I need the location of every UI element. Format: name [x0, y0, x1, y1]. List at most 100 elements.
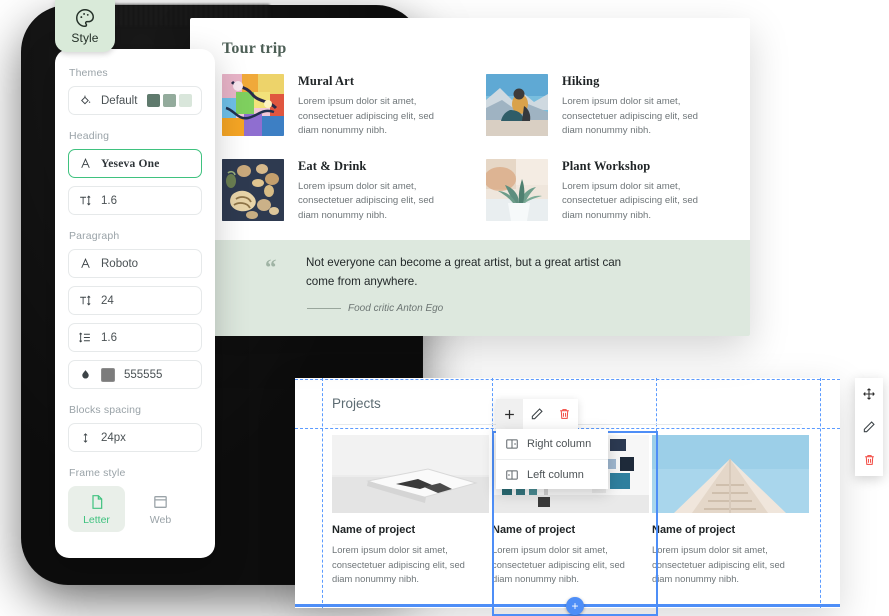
page-icon — [89, 493, 105, 511]
line-height-icon — [78, 331, 92, 344]
menu-item-left-column[interactable]: Left column — [496, 459, 608, 489]
heading-size-field[interactable]: 1.6 — [68, 186, 202, 215]
quote-mark-icon: “ — [265, 255, 277, 280]
left-column-icon — [505, 468, 519, 482]
paragraph-color-value: 555555 — [124, 368, 163, 381]
tour-item[interactable]: Mural Art Lorem ipsum dolor sit amet, co… — [222, 74, 456, 139]
tour-item-body: Lorem ipsum dolor sit amet, consectetuer… — [298, 180, 434, 221]
pencil-icon — [530, 407, 544, 421]
frame-style-group-label: Frame style — [69, 467, 126, 479]
paragraph-line-height-value: 1.6 — [101, 331, 117, 344]
font-size-icon — [78, 194, 92, 207]
trash-icon — [863, 453, 876, 467]
paragraph-size-value: 24 — [101, 294, 114, 307]
trash-icon — [558, 407, 571, 421]
project-card-body: Lorem ipsum dolor sit amet, consectetuer… — [492, 544, 625, 585]
laptop-mockup-thumbnail — [332, 435, 489, 513]
context-add-button[interactable] — [496, 399, 524, 429]
quote-text: Not everyone can become a great artist, … — [306, 256, 622, 288]
heading-group-label: Heading — [69, 130, 110, 142]
theme-swatches — [147, 94, 192, 107]
pencil-icon — [862, 420, 876, 434]
palette-icon — [74, 7, 96, 29]
paragraph-size-field[interactable]: 24 — [68, 286, 202, 315]
tour-item[interactable]: Plant Workshop Lorem ipsum dolor sit ame… — [486, 158, 720, 224]
tour-item-body: Lorem ipsum dolor sit amet, consectetuer… — [562, 180, 698, 221]
heading-font-value: Yeseva One — [101, 157, 160, 170]
project-card-body: Lorem ipsum dolor sit amet, consectetuer… — [332, 544, 465, 585]
paragraph-font-value: Roboto — [101, 257, 139, 270]
blocks-spacing-field[interactable]: 24px — [68, 423, 202, 452]
themes-group-label: Themes — [69, 67, 108, 79]
vertical-arrows-icon — [78, 431, 92, 445]
screenshot-stage: Style Themes Default Heading Yeseva One … — [0, 0, 889, 616]
context-delete-button[interactable] — [551, 399, 578, 429]
move-button[interactable] — [862, 380, 876, 408]
theme-swatch-1 — [147, 94, 160, 107]
frame-style-letter-button[interactable]: Letter — [68, 486, 125, 532]
tour-item-heading: Eat & Drink — [298, 158, 367, 173]
theme-selector[interactable]: Default — [68, 86, 202, 115]
mural-art-thumbnail — [222, 74, 284, 136]
paint-bucket-icon — [78, 94, 92, 107]
right-column-icon — [505, 437, 519, 451]
delete-button[interactable] — [863, 446, 876, 474]
tour-item-heading: Plant Workshop — [562, 158, 651, 173]
project-card-name: Name of project — [332, 524, 416, 536]
eat-and-drink-thumbnail — [222, 158, 284, 221]
frame-style-options: Letter Web — [68, 486, 202, 532]
style-tab-label: Style — [71, 31, 99, 45]
paragraph-color-field[interactable]: 555555 — [68, 360, 202, 389]
tour-trip-title: Tour trip — [222, 40, 287, 57]
theme-name: Default — [101, 94, 138, 107]
paragraph-group-label: Paragraph — [69, 230, 120, 242]
tour-item-body: Lorem ipsum dolor sit amet, consectetuer… — [298, 96, 434, 137]
frame-style-letter-label: Letter — [83, 513, 110, 526]
style-tab[interactable]: Style — [55, 0, 115, 52]
plant-workshop-thumbnail — [486, 158, 548, 221]
tour-item[interactable]: Hiking Lorem ipsum dolor sit amet, conse… — [486, 74, 720, 139]
heading-font-field[interactable]: Yeseva One — [68, 149, 202, 178]
quote-attribution: Food critic Anton Ego — [348, 303, 444, 314]
paragraph-color-swatch — [101, 367, 115, 382]
font-letter-icon — [78, 257, 92, 270]
tour-item-body: Lorem ipsum dolor sit amet, consectetuer… — [562, 96, 698, 137]
heading-size-value: 1.6 — [101, 194, 117, 207]
project-card-body: Lorem ipsum dolor sit amet, consectetuer… — [652, 544, 785, 585]
frame-style-web-label: Web — [149, 513, 172, 526]
font-letter-icon — [78, 157, 92, 170]
frame-style-web-button[interactable]: Web — [132, 486, 189, 532]
block-float-toolbar — [855, 378, 883, 476]
plus-icon — [502, 407, 517, 422]
menu-item-label: Right column — [527, 438, 592, 450]
move-icon — [862, 387, 876, 401]
blocks-spacing-value: 24px — [101, 431, 126, 444]
quote-rule — [307, 308, 341, 309]
context-toolbar — [496, 399, 578, 429]
project-card[interactable]: Name of project Lorem ipsum dolor sit am… — [652, 435, 812, 610]
tour-item-heading: Hiking — [562, 74, 600, 88]
edit-button[interactable] — [862, 413, 876, 441]
project-card[interactable]: Name of project Lorem ipsum dolor sit am… — [332, 435, 492, 610]
column-context-menu: Right column Left column — [496, 429, 608, 489]
hiking-thumbnail — [486, 74, 548, 136]
blocks-spacing-group-label: Blocks spacing — [69, 404, 142, 416]
project-card-name: Name of project — [492, 524, 576, 536]
architecture-sky-thumbnail — [652, 435, 809, 513]
font-size-icon — [78, 294, 92, 307]
style-panel: Themes Default Heading Yeseva One 1.6 Pa… — [55, 49, 215, 558]
projects-title: Projects — [332, 396, 381, 411]
menu-item-label: Left column — [527, 468, 584, 481]
tour-item[interactable]: Eat & Drink Lorem ipsum dolor sit amet, … — [222, 158, 456, 224]
tour-item-heading: Mural Art — [298, 74, 355, 88]
ink-drop-icon — [78, 368, 92, 381]
theme-swatch-2 — [163, 94, 176, 107]
add-block-handle[interactable]: + — [566, 597, 584, 615]
theme-swatch-3 — [179, 94, 192, 107]
menu-item-right-column[interactable]: Right column — [496, 429, 608, 459]
paragraph-font-field[interactable]: Roboto — [68, 249, 202, 278]
paragraph-line-height-field[interactable]: 1.6 — [68, 323, 202, 352]
browser-window-icon — [152, 493, 169, 511]
project-card-name: Name of project — [652, 524, 736, 536]
context-edit-button[interactable] — [523, 399, 550, 429]
